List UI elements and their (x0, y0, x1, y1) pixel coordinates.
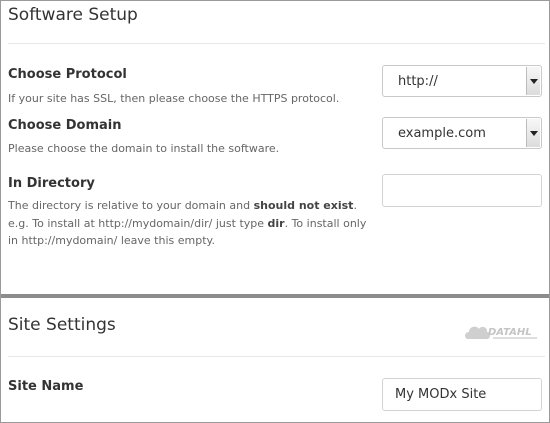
protocol-select[interactable]: http:// (382, 65, 542, 97)
section-divider (1, 294, 549, 298)
protocol-label: Choose Protocol (8, 67, 127, 82)
section-rule (8, 356, 545, 357)
software-setup-title: Software Setup (8, 5, 138, 25)
directory-help-emphasis: should not exist (253, 199, 354, 212)
site-name-input[interactable]: My MODx Site (382, 378, 542, 411)
chevron-down-icon[interactable] (526, 67, 540, 95)
directory-label: In Directory (8, 176, 95, 191)
directory-help-emphasis: dir (267, 216, 285, 230)
site-name-label: Site Name (8, 379, 84, 394)
logo-text: DATAHL (488, 327, 532, 338)
site-name-value: My MODx Site (395, 387, 487, 402)
protocol-help: If your site has SSL, then please choose… (8, 92, 340, 105)
domain-label: Choose Domain (8, 118, 122, 133)
directory-help-text: The directory is relative to your domain… (8, 199, 254, 212)
domain-value: example.com (398, 126, 486, 141)
datahl-logo-icon: DATAHL (465, 326, 537, 339)
chevron-down-icon[interactable] (526, 119, 540, 147)
directory-help: The directory is relative to your domain… (8, 197, 373, 250)
domain-select[interactable]: example.com (382, 117, 542, 149)
install-form: Software Setup Choose Protocol If your s… (0, 0, 550, 423)
site-settings-title: Site Settings (8, 315, 116, 335)
section-rule (8, 43, 545, 44)
directory-input[interactable] (382, 174, 542, 207)
protocol-value: http:// (398, 74, 438, 89)
domain-help: Please choose the domain to install the … (8, 142, 280, 155)
